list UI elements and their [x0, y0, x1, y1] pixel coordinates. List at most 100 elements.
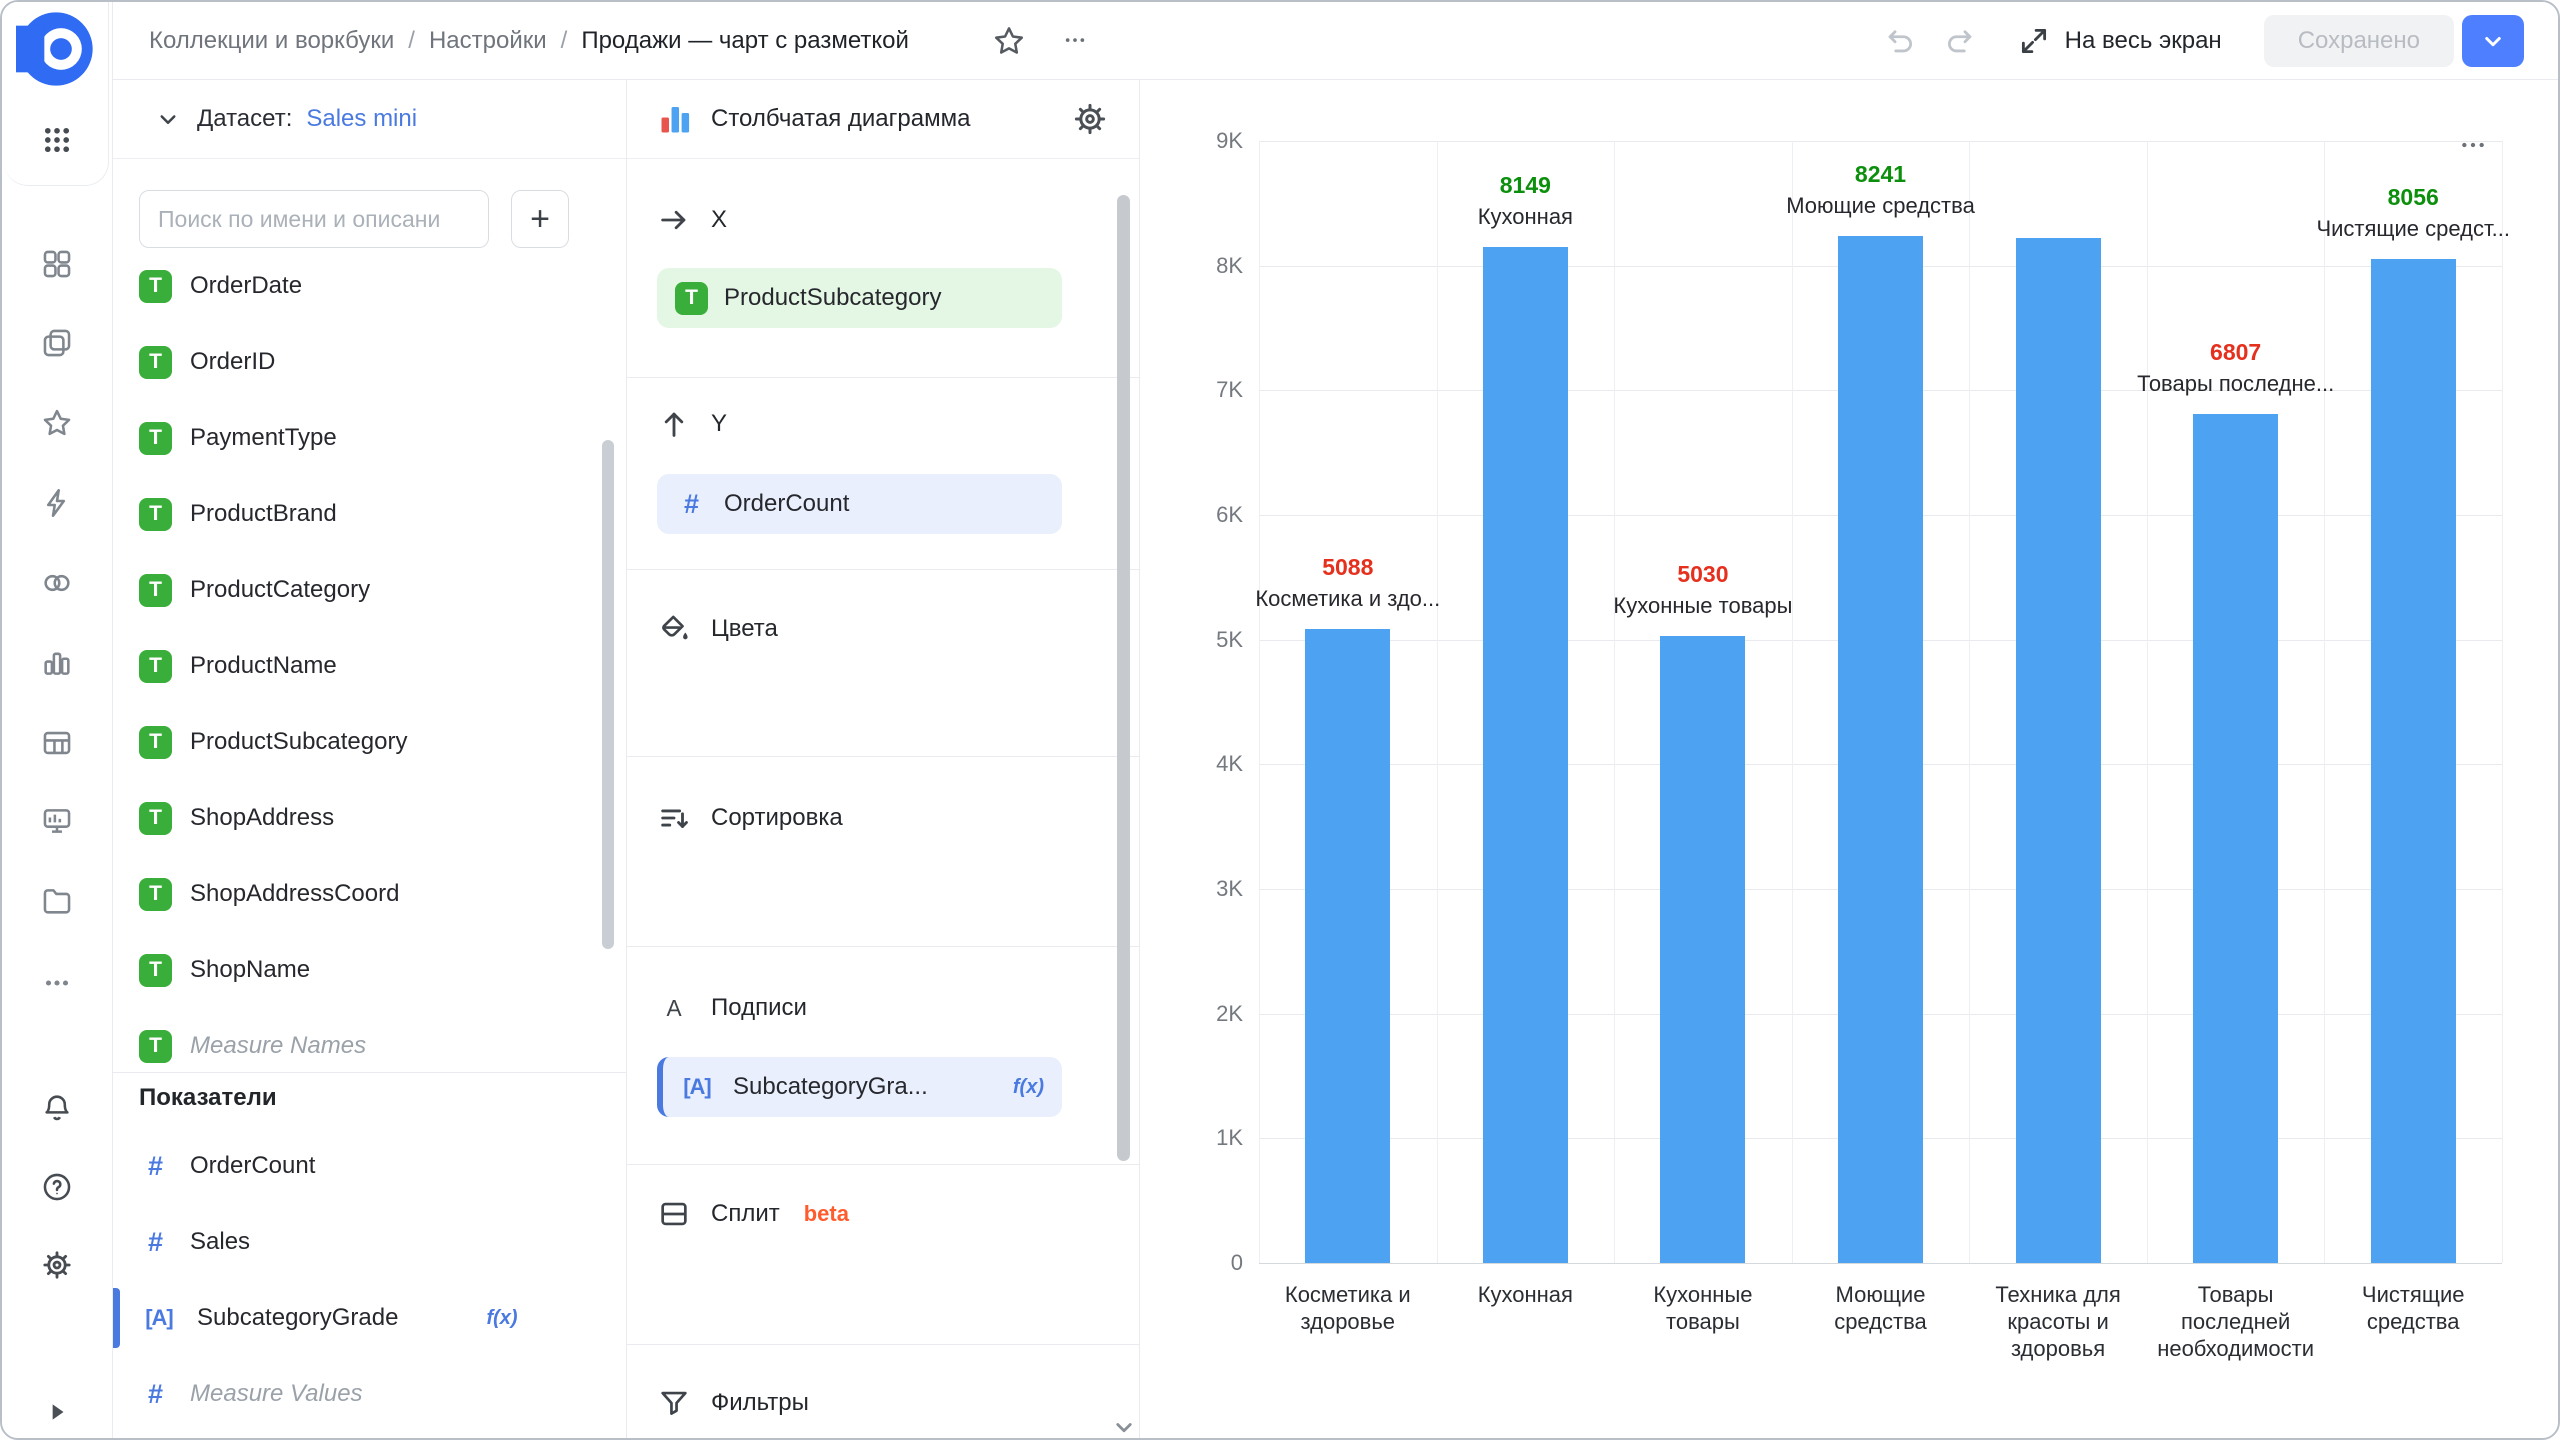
h-gridline	[1259, 1263, 2502, 1264]
y-tick-label: 5K	[1140, 625, 1243, 655]
field-name: SubcategoryGrade	[197, 1304, 398, 1332]
field-type-icon: T	[139, 650, 172, 683]
x-category-label: Чистящиесредства	[2324, 1281, 2502, 1335]
dimension-row[interactable]: T ProductBrand	[113, 476, 626, 552]
fullscreen-label[interactable]: На весь экран	[2065, 27, 2222, 55]
y-section-header: Y	[657, 402, 727, 446]
paint-bucket-icon	[657, 612, 691, 646]
fullscreen-icon[interactable]	[2017, 24, 2051, 58]
apps-grid-icon[interactable]	[39, 122, 75, 158]
dataset-scrollbar-thumb[interactable]	[602, 440, 614, 949]
bar-label: 5030Кухонные товары	[1613, 558, 1792, 622]
config-scrollbar-thumb[interactable]	[1117, 195, 1130, 1161]
bar[interactable]	[2016, 238, 2101, 1263]
monitoring-icon[interactable]	[39, 803, 75, 839]
y-section-label: Y	[711, 410, 727, 438]
field-search-input[interactable]	[139, 190, 489, 248]
bar-name-label: Кухонные товары	[1613, 590, 1792, 622]
favorites-star-icon[interactable]	[39, 405, 75, 441]
y-tick-label: 2K	[1140, 999, 1243, 1029]
bar[interactable]	[1838, 236, 1923, 1263]
field-name: ProductBrand	[190, 500, 337, 528]
v-gridline	[2502, 141, 2503, 1263]
split-icon	[657, 1197, 691, 1231]
chart-menu-icon[interactable]	[2454, 132, 2492, 158]
dataset-panel: Датасет: Sales mini + T OrderDate T Orde…	[113, 80, 627, 1438]
datalens-logo[interactable]	[16, 9, 96, 89]
v-gridline	[1259, 141, 1260, 1263]
bar-value-label: 6807	[2137, 336, 2334, 368]
v-gridline	[1437, 141, 1438, 1263]
breadcrumb-collections[interactable]: Коллекции и воркбуки	[149, 27, 394, 55]
storage-folder-icon[interactable]	[39, 883, 75, 919]
redo-icon[interactable]	[1943, 24, 1977, 58]
y-field-chip[interactable]: # OrderCount	[657, 474, 1062, 534]
measure-row[interactable]: # Sales	[113, 1204, 626, 1280]
x-category-label: Кухонная	[1437, 1281, 1615, 1308]
section-divider	[627, 377, 1139, 378]
measure-row[interactable]: # OrderCount	[113, 1128, 626, 1204]
field-name: ProductSubcategory	[190, 728, 407, 756]
x-category-label: Кухонныетовары	[1614, 1281, 1792, 1335]
field-name: Sales	[190, 1228, 250, 1256]
scroll-down-chevron-icon[interactable]	[1109, 1412, 1139, 1440]
favorite-star-icon[interactable]	[991, 23, 1027, 59]
bar[interactable]	[2371, 259, 2456, 1263]
dimension-row[interactable]: T OrderDate	[113, 248, 626, 324]
bar-label: 8056Чистящие средст...	[2316, 181, 2509, 245]
dimension-row[interactable]: T ProductName	[113, 628, 626, 704]
dimension-row[interactable]: T ShopAddress	[113, 780, 626, 856]
labels-field-chip[interactable]: [A] SubcategoryGra... f(x)	[657, 1057, 1062, 1117]
dimension-row[interactable]: T ProductSubcategory	[113, 704, 626, 780]
collapse-panel-icon[interactable]	[39, 1394, 75, 1430]
bar[interactable]	[1305, 629, 1390, 1263]
sort-section-header[interactable]: Сортировка	[657, 796, 843, 840]
bar-value-label: 5030	[1613, 558, 1792, 590]
v-gridline	[2324, 141, 2325, 1263]
split-section-header[interactable]: Сплит beta	[657, 1192, 849, 1236]
chart-config-panel: Столбчатая диаграмма X T ProductSubcateg…	[627, 80, 1140, 1438]
colors-section-label: Цвета	[711, 615, 778, 643]
undo-icon[interactable]	[1883, 24, 1917, 58]
charts-icon[interactable]	[39, 645, 75, 681]
bar[interactable]	[2193, 414, 2278, 1263]
connections-lightning-icon[interactable]	[39, 485, 75, 521]
filters-section-header[interactable]: Фильтры	[657, 1381, 809, 1425]
chevron-down-icon[interactable]	[153, 104, 183, 134]
field-type-icon: #	[139, 1151, 172, 1182]
labels-section-header: A Подписи	[657, 986, 807, 1030]
save-dropdown-button[interactable]	[2462, 15, 2524, 67]
help-icon[interactable]	[39, 1169, 75, 1205]
chart-settings-gear-icon[interactable]	[1071, 100, 1109, 138]
more-icon[interactable]	[39, 965, 75, 1001]
bar[interactable]	[1483, 247, 1568, 1263]
add-field-button[interactable]: +	[511, 190, 569, 248]
breadcrumb-settings[interactable]: Настройки	[429, 27, 547, 55]
field-type-icon: T	[139, 954, 172, 987]
split-section-label: Сплит	[711, 1200, 780, 1228]
datasets-circles-icon[interactable]	[39, 565, 75, 601]
measure-row[interactable]: [A] SubcategoryGrade f(x)	[113, 1280, 626, 1356]
x-field-chip[interactable]: T ProductSubcategory	[657, 268, 1062, 328]
page-more-icon[interactable]	[1059, 30, 1091, 52]
bar-label: 6807Товары последне...	[2137, 336, 2334, 400]
colors-section-header[interactable]: Цвета	[657, 607, 778, 651]
settings-gear-icon[interactable]	[39, 1247, 75, 1283]
dimension-row[interactable]: T OrderID	[113, 324, 626, 400]
bar[interactable]	[1660, 636, 1745, 1263]
dimension-row[interactable]: T PaymentType	[113, 400, 626, 476]
dimension-row[interactable]: T ProductCategory	[113, 552, 626, 628]
chart-type-label[interactable]: Столбчатая диаграмма	[711, 105, 970, 133]
saved-button[interactable]: Сохранено	[2264, 15, 2454, 67]
x-category-label: Товарыпоследнейнеобходимости	[2147, 1281, 2325, 1362]
dimension-row[interactable]: T ShopAddressCoord	[113, 856, 626, 932]
workbooks-icon[interactable]	[39, 325, 75, 361]
tables-icon[interactable]	[39, 725, 75, 761]
measure-row[interactable]: # Measure Values	[113, 1356, 626, 1432]
notifications-bell-icon[interactable]	[39, 1090, 75, 1126]
dimension-row[interactable]: T ShopName	[113, 932, 626, 1008]
field-name: Measure Values	[190, 1380, 363, 1408]
sort-icon	[657, 801, 691, 835]
dashboards-icon[interactable]	[39, 246, 75, 282]
dataset-name-link[interactable]: Sales mini	[306, 105, 417, 133]
